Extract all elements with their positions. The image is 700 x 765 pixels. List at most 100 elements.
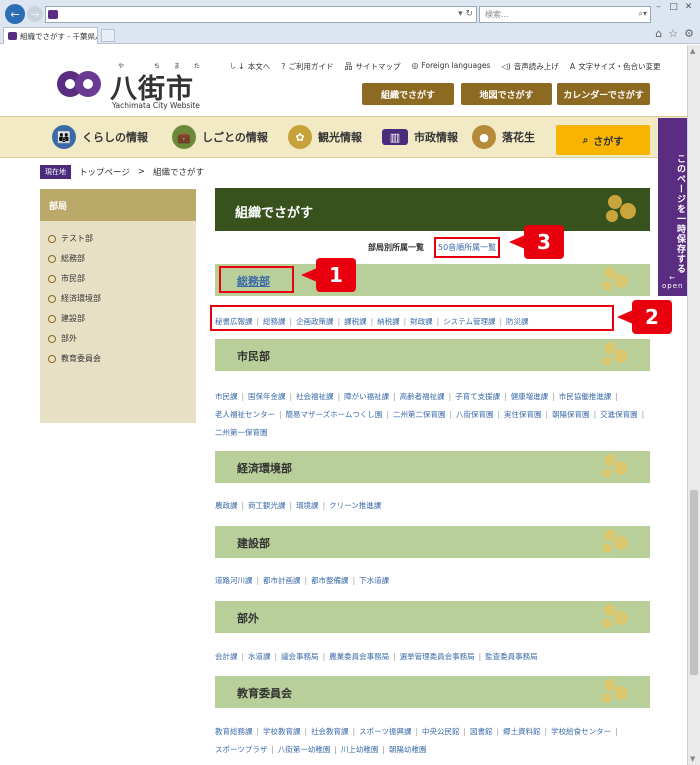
utility-link[interactable]: ◎ Foreign languages	[411, 61, 490, 72]
org-link[interactable]: 図書館	[470, 727, 493, 736]
sidebar-item[interactable]: 市民部	[48, 273, 188, 284]
callout-1: 1	[301, 258, 356, 292]
org-link[interactable]: 学校給食センター	[551, 727, 611, 736]
org-link[interactable]: 農業委員会事務局	[329, 652, 389, 661]
browser-tab[interactable]: 組織でさがす - 千葉県八...	[3, 27, 98, 44]
org-link[interactable]: 選挙管理委員会事務局	[400, 652, 475, 661]
section-heading[interactable]: 建設部	[215, 526, 650, 558]
link-separator: |	[545, 410, 549, 419]
section-links: 農政課 | 商工観光課 | 環境課 | クリーン推進課	[215, 497, 650, 515]
org-link[interactable]: 下水道課	[359, 576, 389, 585]
nav-tourism[interactable]: ✿ 観光情報	[288, 123, 362, 151]
breadcrumb-top-link[interactable]: トップページ	[79, 166, 130, 178]
org-link[interactable]: 朝陽保育園	[552, 410, 590, 419]
section-links: 教育総務課 | 学校教育課 | 社会教育課 | スポーツ振興課 | 中央公民館 | 図書館 | 郷土資料…	[215, 723, 650, 759]
org-link[interactable]: 二州第二保育園	[393, 410, 446, 419]
sidebar-item[interactable]: 総務部	[48, 253, 188, 264]
city-logo[interactable]	[55, 63, 105, 103]
nav-work[interactable]: 💼 しごとの情報	[172, 123, 268, 151]
favorites-icon[interactable]: ☆	[668, 27, 678, 40]
org-link[interactable]: 八街保育園	[456, 410, 494, 419]
home-icon[interactable]: ⌂	[655, 27, 662, 40]
org-link[interactable]: 老人福祉センター	[215, 410, 275, 419]
org-search-button[interactable]: 組織でさがす	[362, 83, 454, 105]
org-link[interactable]: 監査委員事務局	[485, 652, 538, 661]
nav-peanut[interactable]: ● 落花生	[472, 123, 535, 151]
org-link[interactable]: 社会教育課	[311, 727, 349, 736]
nav-city-gov[interactable]: ▥ 市政情報	[382, 123, 458, 151]
org-link[interactable]: 会計課	[215, 652, 238, 661]
org-link[interactable]: 市民協働推進課	[559, 392, 612, 401]
page-title: 組織でさがす	[215, 188, 650, 231]
refresh-icon[interactable]: ▾ ↻	[458, 9, 473, 19]
org-link[interactable]: 都市整備課	[311, 576, 349, 585]
sidebar-item[interactable]: 教育委員会	[48, 353, 188, 364]
org-link[interactable]: 社会福祉課	[296, 392, 334, 401]
link-separator: |	[593, 410, 597, 419]
org-link[interactable]: 中央公民館	[422, 727, 460, 736]
org-link[interactable]: 議会事務局	[281, 652, 319, 661]
org-link[interactable]: 川上幼稚園	[341, 745, 379, 754]
org-link[interactable]: 教育総務課	[215, 727, 253, 736]
section-heading[interactable]: 市民部	[215, 339, 650, 371]
org-link[interactable]: 二州第一保育園	[215, 428, 268, 437]
utility-link[interactable]: 品サイトマップ	[344, 61, 400, 72]
settings-gear-icon[interactable]: ⚙	[684, 27, 694, 40]
org-link[interactable]: 実住保育園	[504, 410, 542, 419]
nav-living[interactable]: 👪 くらしの情報	[52, 123, 148, 151]
section-heading[interactable]: 部外	[215, 601, 650, 633]
section-heading[interactable]: 教育委員会	[215, 676, 650, 708]
org-link[interactable]: 商工観光課	[248, 501, 286, 510]
org-link[interactable]: 高齢者福祉課	[400, 392, 445, 401]
section-heading[interactable]: 経済環境部	[215, 451, 650, 483]
link-separator: |	[382, 745, 385, 754]
org-link[interactable]: 環境課	[296, 501, 319, 510]
sidebar-item[interactable]: 経済環境部	[48, 293, 188, 304]
org-link[interactable]: クリーン推進課	[329, 501, 381, 510]
org-link[interactable]: 健康増進課	[511, 392, 549, 401]
org-link[interactable]: 障がい福祉課	[344, 392, 389, 401]
org-link[interactable]: スポーツ振興課	[359, 727, 411, 736]
org-link[interactable]: 水道課	[248, 652, 271, 661]
org-link[interactable]: 交進保育園	[600, 410, 638, 419]
utility-link[interactable]: ◁) 音声読み上げ	[501, 61, 558, 72]
org-link[interactable]: 市民課	[215, 392, 238, 401]
forward-button[interactable]: →	[27, 6, 43, 22]
global-search-button[interactable]: ⌕ さがす	[556, 125, 650, 155]
address-bar[interactable]: ▾ ↻	[45, 6, 477, 23]
alphabetical-list-link[interactable]: 50音順所属一覧	[434, 237, 501, 258]
sidebar-item[interactable]: 部外	[48, 333, 188, 344]
page-scrollbar[interactable]: ▲ ▼	[687, 45, 700, 765]
close-icon[interactable]: ✕	[681, 2, 696, 12]
org-link[interactable]: 国保年金課	[248, 392, 286, 401]
minimize-icon[interactable]: –	[651, 2, 666, 12]
section-links: 会計課 | 水道課 | 議会事務局 | 農業委員会事務局 | 選挙管理委員会事務局 | 監査委員事務…	[215, 648, 650, 666]
org-link[interactable]: 郷土資料館	[503, 727, 541, 736]
utility-link[interactable]: A 文字サイズ・色合い変更	[570, 61, 661, 72]
save-page-tab[interactable]: このページを一時保存する ← open	[658, 118, 687, 296]
link-separator: |	[241, 652, 245, 661]
tab-favicon-icon	[8, 32, 17, 40]
maximize-icon[interactable]: □	[666, 2, 681, 12]
back-button[interactable]: ←	[5, 4, 25, 24]
new-tab-button[interactable]	[101, 29, 115, 42]
map-search-button[interactable]: 地図でさがす	[461, 83, 552, 105]
utility-link[interactable]: ↓ 本文へ	[238, 61, 270, 72]
search-icon[interactable]: ⌕▾	[639, 9, 648, 19]
calendar-search-button[interactable]: カレンダーでさがす	[557, 83, 650, 105]
org-link[interactable]: 簡易マザーズホームつくし園	[286, 410, 383, 419]
org-link[interactable]: 朝陽幼稚園	[389, 745, 427, 754]
browser-search-input[interactable]: 検索... ⌕▾	[479, 6, 651, 23]
window-controls: – □ ✕	[651, 2, 696, 12]
org-link[interactable]: 学校教育課	[263, 727, 301, 736]
breadcrumb-now-badge: 現在地	[40, 165, 71, 179]
org-link[interactable]: 都市計画課	[263, 576, 301, 585]
org-link[interactable]: 道路河川課	[215, 576, 253, 585]
org-link[interactable]: スポーツプラザ	[215, 745, 267, 754]
sidebar-item[interactable]: テスト部	[48, 233, 188, 244]
org-link[interactable]: 子育て支援課	[455, 392, 500, 401]
sidebar-item[interactable]: 建設部	[48, 313, 188, 324]
utility-link[interactable]: ? ご利用ガイド	[281, 61, 333, 72]
org-link[interactable]: 八街第一幼稚園	[278, 745, 331, 754]
org-link[interactable]: 農政課	[215, 501, 238, 510]
